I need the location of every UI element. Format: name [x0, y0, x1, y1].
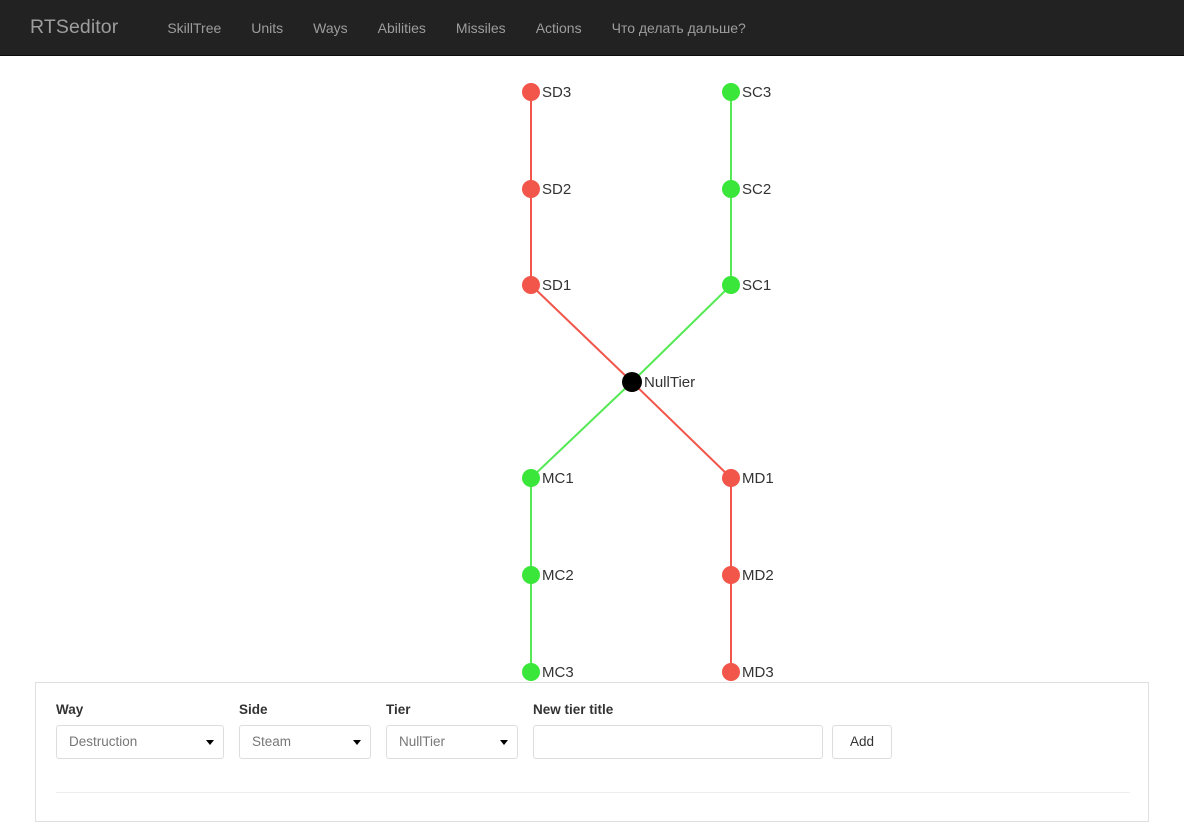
side-label: Side: [239, 702, 268, 717]
tree-node[interactable]: MD2: [722, 566, 774, 584]
top-navbar: RTSeditor SkillTree Units Ways Abilities…: [0, 0, 1184, 56]
tree-node-label: NullTier: [644, 374, 695, 391]
tier-select[interactable]: NullTier: [386, 724, 518, 759]
side-select-shell: Steam: [239, 724, 371, 759]
tree-node[interactable]: SC1: [722, 276, 771, 294]
tree-node-label: SD2: [542, 181, 571, 198]
tier-select-shell: NullTier: [386, 724, 518, 759]
tree-node-circle[interactable]: [722, 276, 740, 294]
tree-node-circle[interactable]: [522, 663, 540, 681]
tree-edge: [631, 381, 732, 479]
tree-node[interactable]: MD1: [722, 469, 774, 487]
tree-node[interactable]: MC3: [522, 663, 574, 681]
tree-node-circle[interactable]: [722, 566, 740, 584]
tree-node[interactable]: SC2: [722, 180, 771, 198]
nav-links: SkillTree Units Ways Abilities Missiles …: [152, 0, 761, 56]
navbar-inner: RTSeditor SkillTree Units Ways Abilities…: [0, 0, 1184, 56]
tree-node[interactable]: SD3: [522, 83, 571, 101]
nav-link-what-next[interactable]: Что делать дальше?: [597, 0, 761, 56]
tree-node[interactable]: SC3: [722, 83, 771, 101]
tree-node[interactable]: MC2: [522, 566, 574, 584]
add-tier-button[interactable]: Add: [832, 724, 892, 759]
way-field-group: Way Destruction: [56, 703, 224, 759]
nav-link-abilities[interactable]: Abilities: [363, 0, 441, 56]
nav-link-missiles[interactable]: Missiles: [441, 0, 521, 56]
tree-node[interactable]: MC1: [522, 469, 574, 487]
new-tier-title-row: Add: [533, 724, 892, 759]
new-tier-title-input[interactable]: [533, 724, 823, 759]
nav-link-actions[interactable]: Actions: [521, 0, 597, 56]
tree-node-label: MC2: [542, 567, 574, 584]
tree-node-label: SC3: [742, 84, 771, 101]
tier-label: Tier: [386, 702, 411, 717]
tree-node-circle[interactable]: [722, 469, 740, 487]
tree-node[interactable]: MD3: [722, 663, 774, 681]
new-tier-title-group: New tier title Add: [533, 703, 892, 759]
tree-node-circle[interactable]: [722, 663, 740, 681]
tree-edge: [530, 381, 633, 479]
tree-node-circle[interactable]: [622, 372, 642, 392]
nav-link-units[interactable]: Units: [236, 0, 298, 56]
tree-node-label: SD3: [542, 84, 571, 101]
side-field-group: Side Steam: [239, 703, 371, 759]
tree-node[interactable]: SD2: [522, 180, 571, 198]
tree-node[interactable]: SD1: [522, 276, 571, 294]
way-label: Way: [56, 702, 84, 717]
tier-field-group: Tier NullTier: [386, 703, 518, 759]
tree-node-circle[interactable]: [522, 180, 540, 198]
new-tier-title-label: New tier title: [533, 702, 614, 717]
way-select-shell: Destruction: [56, 724, 224, 759]
panel-divider: [56, 792, 1130, 793]
tree-node-circle[interactable]: [522, 83, 540, 101]
tree-node-circle[interactable]: [522, 469, 540, 487]
tree-node-label: MC1: [542, 470, 574, 487]
tree-node-circle[interactable]: [722, 180, 740, 198]
tree-node-label: MC3: [542, 664, 574, 681]
tree-node-label: MD2: [742, 567, 774, 584]
tree-edge: [631, 284, 732, 383]
tree-edge: [530, 284, 633, 383]
tree-node-circle[interactable]: [522, 566, 540, 584]
nav-link-skilltree[interactable]: SkillTree: [152, 0, 236, 56]
tree-node[interactable]: NullTier: [622, 372, 695, 392]
brand-logo[interactable]: RTSeditor: [30, 18, 118, 38]
tree-node-label: SC2: [742, 181, 771, 198]
way-select[interactable]: Destruction: [56, 724, 224, 759]
tree-node-label: MD3: [742, 664, 774, 681]
tree-node-label: MD1: [742, 470, 774, 487]
side-select[interactable]: Steam: [239, 724, 371, 759]
tree-node-circle[interactable]: [722, 83, 740, 101]
tree-node-circle[interactable]: [522, 276, 540, 294]
tree-node-label: SD1: [542, 277, 571, 294]
tier-form: Way Destruction Side Steam Tier NullTier…: [36, 683, 907, 759]
nav-link-ways[interactable]: Ways: [298, 0, 362, 56]
tree-node-label: SC1: [742, 277, 771, 294]
tier-editor-panel: Way Destruction Side Steam Tier NullTier…: [35, 682, 1149, 822]
